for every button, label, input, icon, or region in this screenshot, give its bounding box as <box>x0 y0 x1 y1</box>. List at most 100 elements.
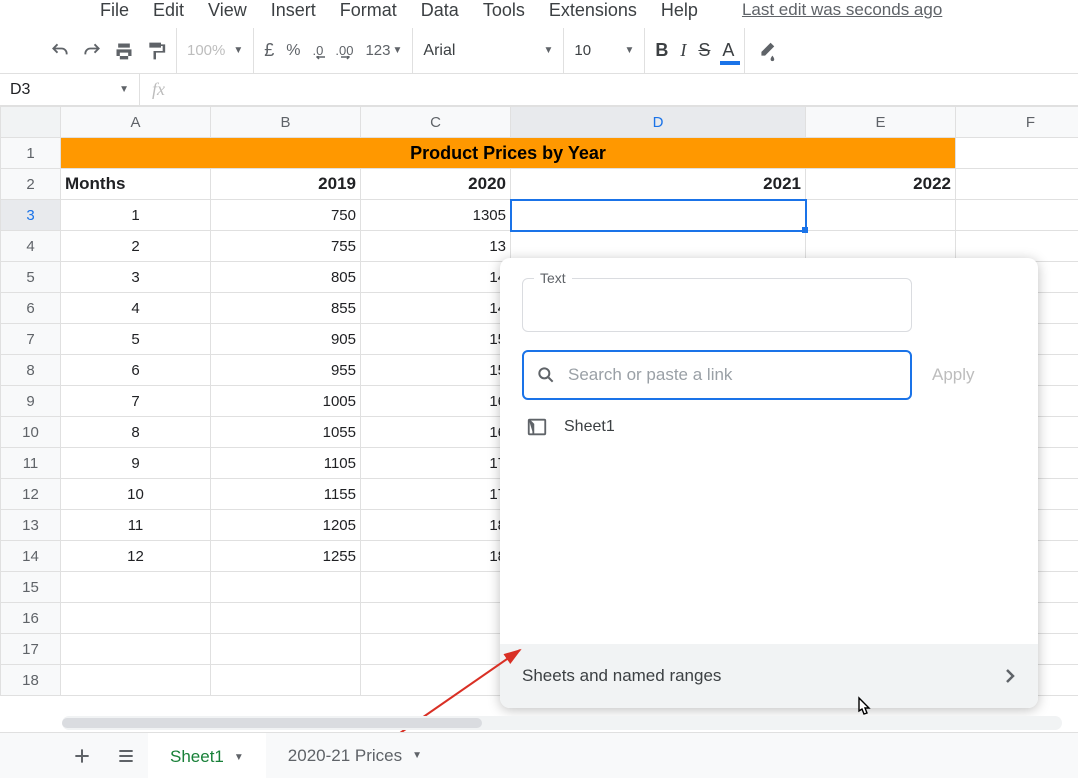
menu-file[interactable]: File <box>100 0 129 21</box>
col-header-D[interactable]: D <box>511 107 806 138</box>
cell-B13[interactable]: 1205 <box>211 510 361 541</box>
menu-help[interactable]: Help <box>661 0 698 21</box>
cell-B2[interactable]: 2019 <box>211 169 361 200</box>
link-suggestion-sheet1[interactable]: Sheet1 <box>522 400 1016 454</box>
cell-A17[interactable] <box>61 634 211 665</box>
cell-A18[interactable] <box>61 665 211 696</box>
cell-A5[interactable]: 3 <box>61 262 211 293</box>
font-dropdown[interactable]: Arial▼ <box>423 42 553 60</box>
row-header-9[interactable]: 9 <box>1 386 61 417</box>
cell-B4[interactable]: 755 <box>211 231 361 262</box>
cell-B11[interactable]: 1105 <box>211 448 361 479</box>
row-header-11[interactable]: 11 <box>1 448 61 479</box>
row-header-18[interactable]: 18 <box>1 665 61 696</box>
cell-B16[interactable] <box>211 603 361 634</box>
row-header-13[interactable]: 13 <box>1 510 61 541</box>
cell-C17[interactable] <box>361 634 511 665</box>
increase-decimal-button[interactable]: .00 <box>335 43 353 58</box>
fontsize-dropdown[interactable]: 10▼ <box>574 42 634 59</box>
strikethrough-button[interactable]: S <box>698 40 710 61</box>
col-header-A[interactable]: A <box>61 107 211 138</box>
cell-C2[interactable]: 2020 <box>361 169 511 200</box>
row-header-14[interactable]: 14 <box>1 541 61 572</box>
percent-button[interactable]: % <box>286 42 300 60</box>
cell-C18[interactable] <box>361 665 511 696</box>
menu-edit[interactable]: Edit <box>153 0 184 21</box>
name-box[interactable]: D3▼ <box>0 74 140 105</box>
cell-A14[interactable]: 12 <box>61 541 211 572</box>
scrollbar-thumb[interactable] <box>62 718 482 728</box>
menu-format[interactable]: Format <box>340 0 397 21</box>
col-header-E[interactable]: E <box>806 107 956 138</box>
select-all-cell[interactable] <box>1 107 61 138</box>
cell-A7[interactable]: 5 <box>61 324 211 355</box>
col-header-F[interactable]: F <box>956 107 1078 138</box>
fill-color-button[interactable] <box>755 40 777 62</box>
cell-A11[interactable]: 9 <box>61 448 211 479</box>
col-header-C[interactable]: C <box>361 107 511 138</box>
zoom-dropdown[interactable]: 100%▼ <box>187 42 243 59</box>
cell-A8[interactable]: 6 <box>61 355 211 386</box>
cell-B3[interactable]: 750 <box>211 200 361 231</box>
row-header-10[interactable]: 10 <box>1 417 61 448</box>
cell-C8[interactable]: 15 <box>361 355 511 386</box>
row-header-3[interactable]: 3 <box>1 200 61 231</box>
cell-C14[interactable]: 18 <box>361 541 511 572</box>
apply-button[interactable]: Apply <box>932 365 975 385</box>
row-header-5[interactable]: 5 <box>1 262 61 293</box>
row-header-1[interactable]: 1 <box>1 138 61 169</box>
cell-A3[interactable]: 1 <box>61 200 211 231</box>
cell-C5[interactable]: 14 <box>361 262 511 293</box>
row-header-2[interactable]: 2 <box>1 169 61 200</box>
sheet-tab-sheet1[interactable]: Sheet1▼ <box>148 733 266 778</box>
cell-E3[interactable] <box>806 200 956 231</box>
row-header-15[interactable]: 15 <box>1 572 61 603</box>
cell-A2[interactable]: Months <box>61 169 211 200</box>
decrease-decimal-button[interactable]: .0 <box>313 43 324 58</box>
all-sheets-button[interactable] <box>104 746 148 766</box>
cell-C13[interactable]: 18 <box>361 510 511 541</box>
number-format-dropdown[interactable]: 123▼ <box>365 42 402 59</box>
cell-C9[interactable]: 16 <box>361 386 511 417</box>
paint-format-icon[interactable] <box>146 41 166 61</box>
cell-D2[interactable]: 2021 <box>511 169 806 200</box>
cell-B12[interactable]: 1155 <box>211 479 361 510</box>
redo-icon[interactable] <box>82 41 102 61</box>
cell-C12[interactable]: 17 <box>361 479 511 510</box>
formula-input[interactable] <box>177 74 1078 105</box>
cell-C3[interactable]: 1305 <box>361 200 511 231</box>
cell-B15[interactable] <box>211 572 361 603</box>
row-header-8[interactable]: 8 <box>1 355 61 386</box>
cell-B7[interactable]: 905 <box>211 324 361 355</box>
row-header-4[interactable]: 4 <box>1 231 61 262</box>
cell-A6[interactable]: 4 <box>61 293 211 324</box>
cell-B9[interactable]: 1005 <box>211 386 361 417</box>
row-header-7[interactable]: 7 <box>1 324 61 355</box>
horizontal-scrollbar[interactable] <box>62 716 1062 730</box>
text-color-button[interactable]: A <box>722 40 734 61</box>
undo-icon[interactable] <box>50 41 70 61</box>
cell-B18[interactable] <box>211 665 361 696</box>
currency-button[interactable]: £ <box>264 40 274 61</box>
bold-button[interactable]: B <box>655 40 668 61</box>
menu-extensions[interactable]: Extensions <box>549 0 637 21</box>
link-search-box[interactable] <box>522 350 912 400</box>
menu-data[interactable]: Data <box>421 0 459 21</box>
cell-A12[interactable]: 10 <box>61 479 211 510</box>
cell-B14[interactable]: 1255 <box>211 541 361 572</box>
cell-C11[interactable]: 17 <box>361 448 511 479</box>
menu-insert[interactable]: Insert <box>271 0 316 21</box>
menu-view[interactable]: View <box>208 0 247 21</box>
row-header-12[interactable]: 12 <box>1 479 61 510</box>
cell-A10[interactable]: 8 <box>61 417 211 448</box>
cell-C16[interactable] <box>361 603 511 634</box>
link-text-input[interactable] <box>522 278 912 332</box>
add-sheet-button[interactable] <box>60 746 104 766</box>
sheets-named-ranges-button[interactable]: Sheets and named ranges <box>500 644 1038 708</box>
link-search-input[interactable] <box>568 365 898 385</box>
cell-B8[interactable]: 955 <box>211 355 361 386</box>
col-header-B[interactable]: B <box>211 107 361 138</box>
cell-F4[interactable] <box>956 231 1078 262</box>
cell-F3[interactable] <box>956 200 1078 231</box>
cell-B17[interactable] <box>211 634 361 665</box>
